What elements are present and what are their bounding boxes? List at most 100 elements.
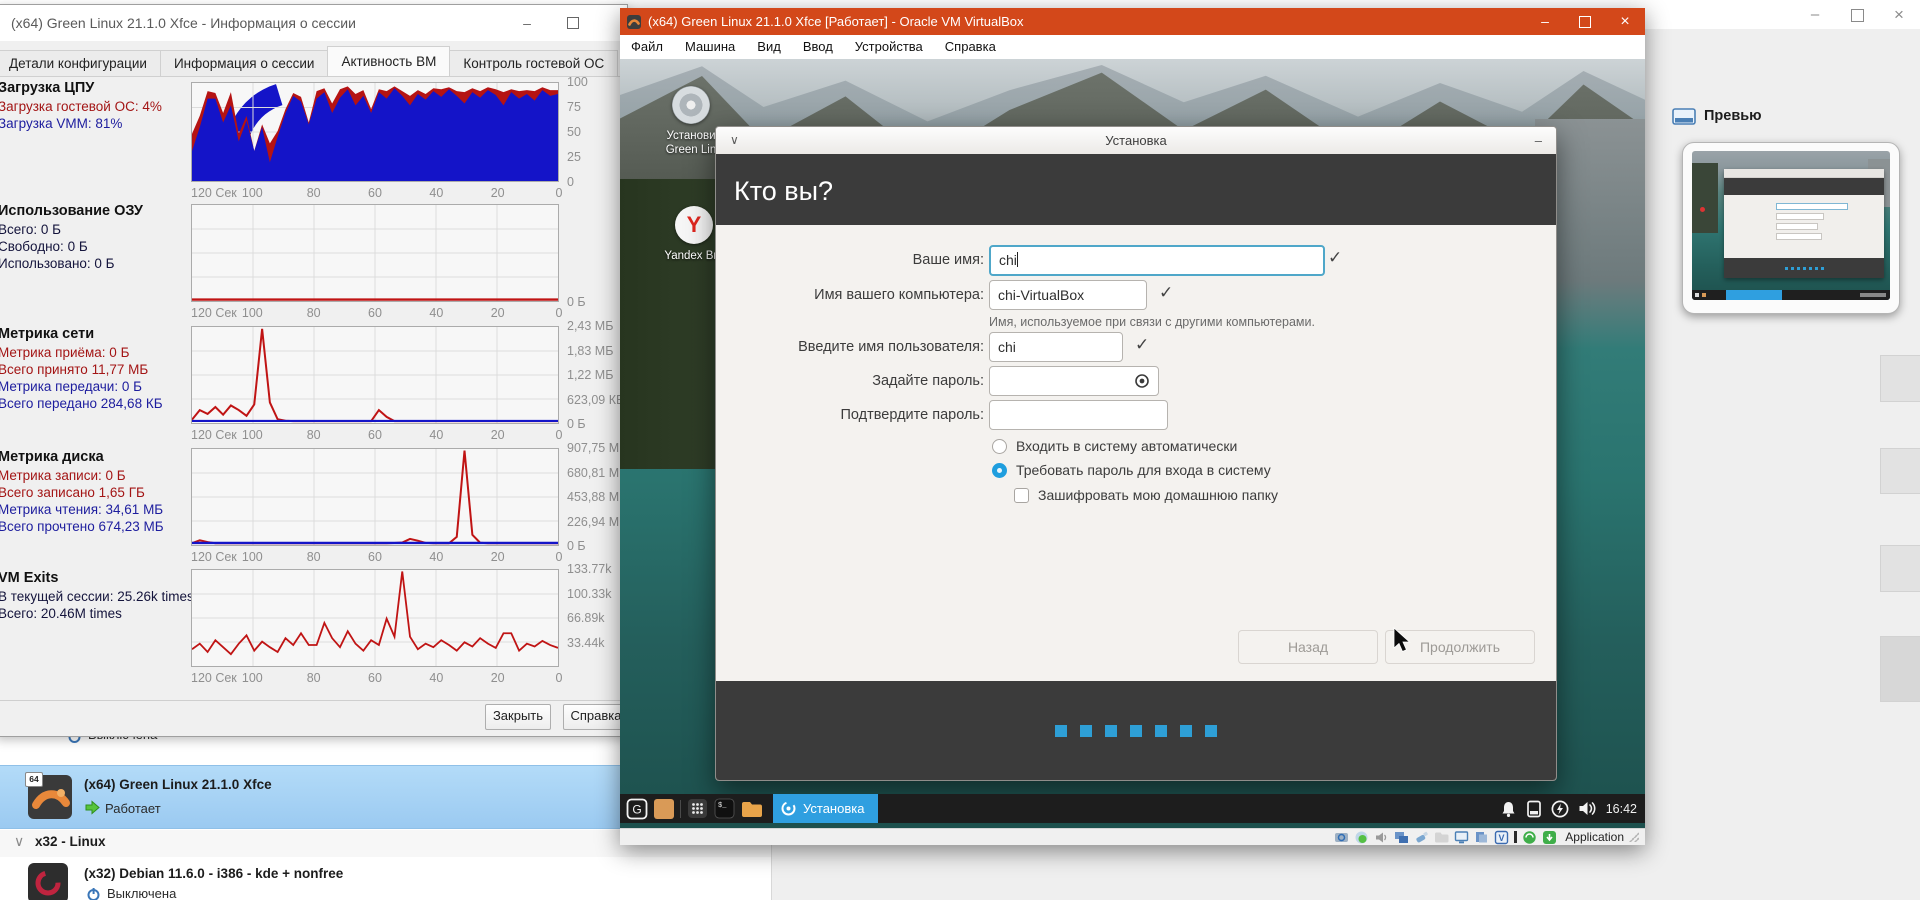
- require-password-label[interactable]: Требовать пароль для входа в систему: [1016, 462, 1271, 478]
- require-password-radio[interactable]: [992, 463, 1007, 478]
- displays-icon[interactable]: [1394, 830, 1409, 845]
- net-chart: [191, 326, 559, 424]
- tab-config-details[interactable]: Детали конфигурации: [0, 50, 161, 76]
- encrypt-home-checkbox[interactable]: [1014, 488, 1029, 503]
- menu-help[interactable]: Справка: [934, 35, 1007, 59]
- vm-list-row-debian[interactable]: (x32) Debian 11.6.0 - i386 - kde + nonfr…: [0, 857, 771, 900]
- taskbar-task-installer[interactable]: Установка: [773, 794, 879, 823]
- menu-input[interactable]: Ввод: [792, 35, 844, 59]
- session-titlebar[interactable]: (x64) Green Linux 21.1.0 Xfce - Информац…: [0, 5, 627, 41]
- shared-folders-icon[interactable]: [1434, 830, 1449, 845]
- volume-icon[interactable]: [1578, 800, 1597, 817]
- session-minimize-button[interactable]: –: [505, 5, 549, 41]
- preview-dialog: [1724, 169, 1884, 278]
- usb-icon[interactable]: [1414, 830, 1429, 845]
- password-label: Задайте пароль:: [872, 373, 984, 389]
- display-icon[interactable]: [1454, 830, 1469, 845]
- name-field[interactable]: chi: [989, 245, 1325, 276]
- virtualbox-vm-window: (x64) Green Linux 21.1.0 Xfce [Работает]…: [620, 8, 1645, 845]
- powered-off-icon: [87, 888, 100, 900]
- menu-view[interactable]: Вид: [746, 35, 792, 59]
- yandex-browser-icon[interactable]: Y: [675, 206, 713, 244]
- statusbar-label: Application: [1565, 830, 1624, 844]
- tab-vm-activity[interactable]: Активность ВМ: [327, 46, 451, 76]
- mouse-cursor: [1393, 627, 1411, 653]
- name-label: Ваше имя:: [912, 252, 984, 268]
- app-menu-icon[interactable]: G: [626, 798, 648, 820]
- mouse-integration-icon[interactable]: [1522, 830, 1537, 845]
- app-grid-icon[interactable]: [687, 798, 708, 819]
- menu-devices[interactable]: Устройства: [844, 35, 934, 59]
- vm-window-title: (x64) Green Linux 21.1.0 Xfce [Работает]…: [648, 14, 1024, 29]
- net-rx-total: Всего принято 11,77 МБ: [0, 362, 149, 377]
- hdd-icon[interactable]: [1334, 830, 1349, 845]
- text-caret: [1016, 252, 1018, 267]
- valid-check-icon: ✓: [1159, 283, 1174, 302]
- back-button[interactable]: Назад: [1238, 630, 1378, 664]
- confirm-password-label: Подтвердите пароль:: [840, 407, 984, 423]
- menu-file[interactable]: Файл: [620, 35, 674, 59]
- disk-x-axis: 120 Сек 100 80 60 40 20 0: [191, 550, 563, 564]
- vm-status: Выключена: [107, 886, 177, 900]
- session-maximize-button[interactable]: [551, 5, 595, 41]
- cpu-section-label: Загрузка ЦПУ Загрузка гостевой ОС: 4% За…: [0, 80, 188, 132]
- installer-cd-icon[interactable]: [672, 86, 710, 124]
- audio-icon[interactable]: [1374, 830, 1389, 845]
- task-spinner-icon: [781, 801, 796, 816]
- network-icon[interactable]: [1354, 830, 1369, 845]
- close-button[interactable]: Закрыть: [485, 704, 551, 730]
- vmexits-x-axis: 120 Сек 100 80 60 40 20 0: [191, 671, 563, 685]
- username-field[interactable]: chi: [989, 332, 1123, 362]
- manager-maximize-button[interactable]: [1842, 4, 1872, 26]
- valid-check-icon: ✓: [1135, 335, 1150, 354]
- manager-close-button[interactable]: ×: [1884, 4, 1914, 26]
- installer-minimize-icon[interactable]: –: [1535, 127, 1542, 154]
- chevron-down-icon[interactable]: ∨: [14, 833, 24, 850]
- username-label: Введите имя пользователя:: [798, 339, 984, 355]
- keyboard-icon[interactable]: [1542, 830, 1557, 845]
- edge-panel-block: [1880, 636, 1920, 702]
- auto-login-radio[interactable]: [992, 439, 1007, 454]
- cpu-y-axis: 100 75 50 25 0: [567, 76, 588, 189]
- clock[interactable]: 16:42: [1606, 802, 1637, 816]
- installer-titlebar[interactable]: ∨ Установка –: [716, 127, 1556, 155]
- edge-panel-block: [1880, 448, 1920, 494]
- clipboard-icon[interactable]: [1474, 830, 1489, 845]
- virtualization-icon[interactable]: V: [1494, 830, 1509, 845]
- net-y-axis: 2,43 МБ 1,83 МБ 1,22 МБ 623,09 КБ 0 Б: [567, 319, 625, 431]
- svg-text:G: G: [632, 802, 641, 816]
- vm-minimize-button[interactable]: –: [1525, 8, 1565, 35]
- vm-activity-panel: Загрузка ЦПУ Загрузка гостевой ОС: 4% За…: [0, 76, 627, 701]
- vmexits-session: В текущей сессии: 25.26k times: [0, 589, 194, 604]
- vm-maximize-button[interactable]: [1565, 8, 1605, 35]
- resize-grip[interactable]: [1629, 832, 1639, 842]
- ram-total: Всего: 0 Б: [0, 222, 62, 237]
- vm-menubar: Файл Машина Вид Ввод Устройства Справка: [620, 35, 1645, 60]
- cpu-x-axis: 120 Сек 100 80 60 40 20 0: [191, 186, 563, 200]
- tab-session-info[interactable]: Информация о сессии: [159, 50, 329, 76]
- manager-minimize-button[interactable]: –: [1800, 4, 1830, 26]
- encrypt-home-label[interactable]: Зашифровать мою домашнюю папку: [1038, 487, 1278, 503]
- computer-field[interactable]: chi-VirtualBox: [989, 280, 1147, 310]
- menu-machine[interactable]: Машина: [674, 35, 746, 59]
- power-manager-icon[interactable]: [1551, 800, 1569, 818]
- file-manager-folder-icon[interactable]: [741, 800, 763, 818]
- tab-guest-control[interactable]: Контроль гостевой ОС: [449, 50, 619, 76]
- disk-y-axis: 907,75 МБ 680,81 МБ 453,88 МБ 226,94 МБ 0 Б: [567, 441, 627, 553]
- vm-titlebar[interactable]: (x64) Green Linux 21.1.0 Xfce [Работает]…: [620, 8, 1645, 35]
- display-panel-icon[interactable]: [1526, 800, 1542, 818]
- notifications-bell-icon[interactable]: [1500, 800, 1517, 818]
- preview-thumbnail[interactable]: [1682, 142, 1900, 314]
- window-button-icon[interactable]: [654, 798, 674, 819]
- terminal-icon[interactable]: $_: [714, 798, 735, 819]
- guest-taskbar: G $_ Установка 16:42: [620, 794, 1645, 823]
- computer-label: Имя вашего компьютера:: [814, 287, 984, 303]
- confirm-password-field[interactable]: [989, 400, 1168, 430]
- auto-login-label[interactable]: Входить в систему автоматически: [1016, 438, 1237, 454]
- vm-close-button[interactable]: ×: [1605, 8, 1645, 35]
- footer-separator: [0, 700, 627, 701]
- vm-os-icon: 64: [25, 772, 72, 819]
- net-section-label: Метрика сети Метрика приёма: 0 Б Всего п…: [0, 326, 188, 412]
- show-password-eye-icon[interactable]: [1134, 373, 1150, 389]
- cpu-vmm-load: Загрузка VMM: 81%: [0, 116, 123, 131]
